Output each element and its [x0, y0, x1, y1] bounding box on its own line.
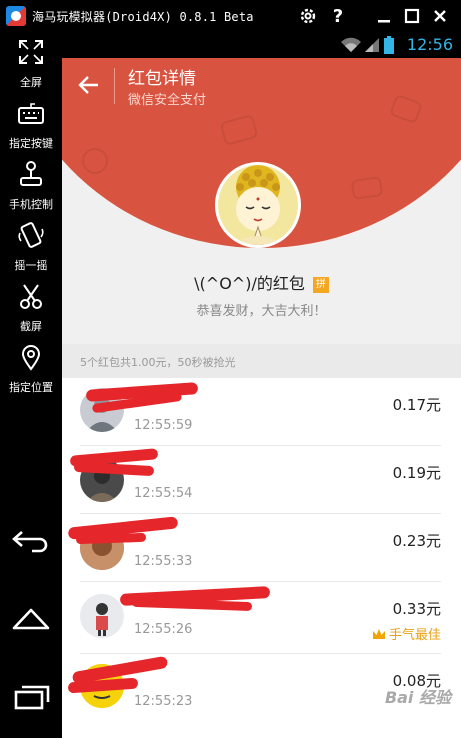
recent-apps-nav-button[interactable] — [8, 676, 54, 716]
record-time: 12:55:59 — [134, 418, 193, 433]
emulator-title-bar: 海马玩模拟器(Droid4X) 0.8.1 Beta ? — [0, 0, 461, 32]
record-time: 12:55:23 — [134, 694, 193, 709]
record-time: 12:55:54 — [134, 486, 193, 501]
sender-name: \(^O^)/的红包 — [194, 274, 305, 293]
best-luck-badge: 手气最佳 — [372, 624, 441, 643]
record-amount: 0.19元 — [392, 464, 441, 482]
app-logo-icon — [6, 6, 26, 26]
best-luck-label: 手气最佳 — [388, 628, 441, 643]
crown-icon — [372, 629, 385, 639]
scissors-icon — [20, 284, 42, 309]
back-arrow-icon[interactable] — [76, 72, 102, 98]
home-icon — [12, 608, 50, 630]
fullscreen-button[interactable]: 全屏 — [0, 34, 62, 94]
emulator-toolbar: 全屏 指定按键 手机控制 摇一摇 截屏 指定位置 — [0, 32, 62, 738]
list-item[interactable]: 12:55:26 0.33元 手气最佳 — [62, 582, 461, 654]
toolbar-label-fullscreen: 全屏 — [20, 76, 42, 89]
back-nav-button[interactable] — [8, 520, 54, 560]
signal-icon — [365, 38, 379, 52]
shake-button[interactable]: 摇一摇 — [0, 217, 62, 277]
record-amount: 0.33元 — [392, 600, 441, 618]
shake-icon — [18, 222, 44, 248]
toolbar-label-location: 指定位置 — [9, 381, 53, 394]
toolbar-label-phone-control: 手机控制 — [9, 198, 53, 211]
fullscreen-icon — [19, 40, 43, 64]
decorative-envelope-shape — [350, 176, 384, 200]
summary-bar: 5个红包共1.00元，50秒被抢光 — [62, 344, 461, 378]
status-clock: 12:56 — [406, 35, 453, 54]
sender-line: \(^O^)/的红包拼 — [62, 270, 461, 294]
battery-icon — [384, 36, 394, 54]
redaction-scribble — [75, 532, 147, 545]
wifi-icon — [341, 37, 361, 52]
toolbar-label-screenshot: 截屏 — [20, 320, 42, 333]
phone-control-button[interactable]: 手机控制 — [0, 156, 62, 216]
page-subtitle: 微信安全支付 — [128, 93, 207, 108]
list-item[interactable]: 12:55:59 0.17元 — [62, 378, 461, 446]
maximize-button[interactable] — [400, 4, 424, 28]
gear-icon[interactable] — [296, 4, 320, 28]
sender-avatar[interactable] — [215, 162, 301, 248]
packet-summary: 5个红包共1.00元，50秒被抢光 — [80, 356, 236, 369]
record-amount: 0.23元 — [392, 532, 441, 550]
list-item[interactable]: 12:55:54 0.19元 — [62, 446, 461, 514]
window-title: 海马玩模拟器(Droid4X) 0.8.1 Beta — [32, 10, 254, 24]
record-time: 12:55:26 — [134, 622, 193, 637]
header-divider — [114, 68, 115, 104]
screenshot-button[interactable]: 截屏 — [0, 278, 62, 338]
back-icon — [12, 531, 48, 553]
record-time: 12:55:33 — [134, 554, 193, 569]
location-pin-icon — [21, 345, 41, 371]
pin-badge: 拼 — [312, 277, 329, 293]
keyboard-icon — [18, 103, 44, 124]
joystick-icon — [20, 161, 42, 186]
recent-apps-icon — [14, 685, 50, 710]
keymap-button[interactable]: 指定按键 — [0, 95, 62, 155]
buddha-avatar-icon — [218, 165, 298, 245]
decorative-coin-shape — [82, 148, 108, 174]
home-nav-button[interactable] — [8, 598, 54, 638]
list-item[interactable]: 12:55:33 0.23元 — [62, 514, 461, 582]
blessing-message: 恭喜发财，大吉大利！ — [196, 304, 327, 319]
set-location-button[interactable]: 指定位置 — [0, 339, 62, 399]
red-packet-detail-screen: 红包详情 微信安全支付 \(^O^)/的红包拼 恭喜发财，大吉大利！ 5个红包共… — [62, 58, 461, 738]
record-amount: 0.17元 — [392, 396, 441, 414]
status-bar: 12:56 — [62, 32, 461, 58]
minimize-button[interactable] — [372, 4, 396, 28]
help-button[interactable]: ? — [326, 4, 350, 28]
page-title: 红包详情 — [128, 69, 196, 89]
toolbar-label-shake: 摇一摇 — [14, 259, 48, 272]
close-button[interactable] — [428, 4, 452, 28]
toolbar-label-keymap: 指定按键 — [9, 137, 53, 150]
avatar — [80, 594, 124, 638]
watermark-text: Bai 经验 — [384, 688, 451, 707]
